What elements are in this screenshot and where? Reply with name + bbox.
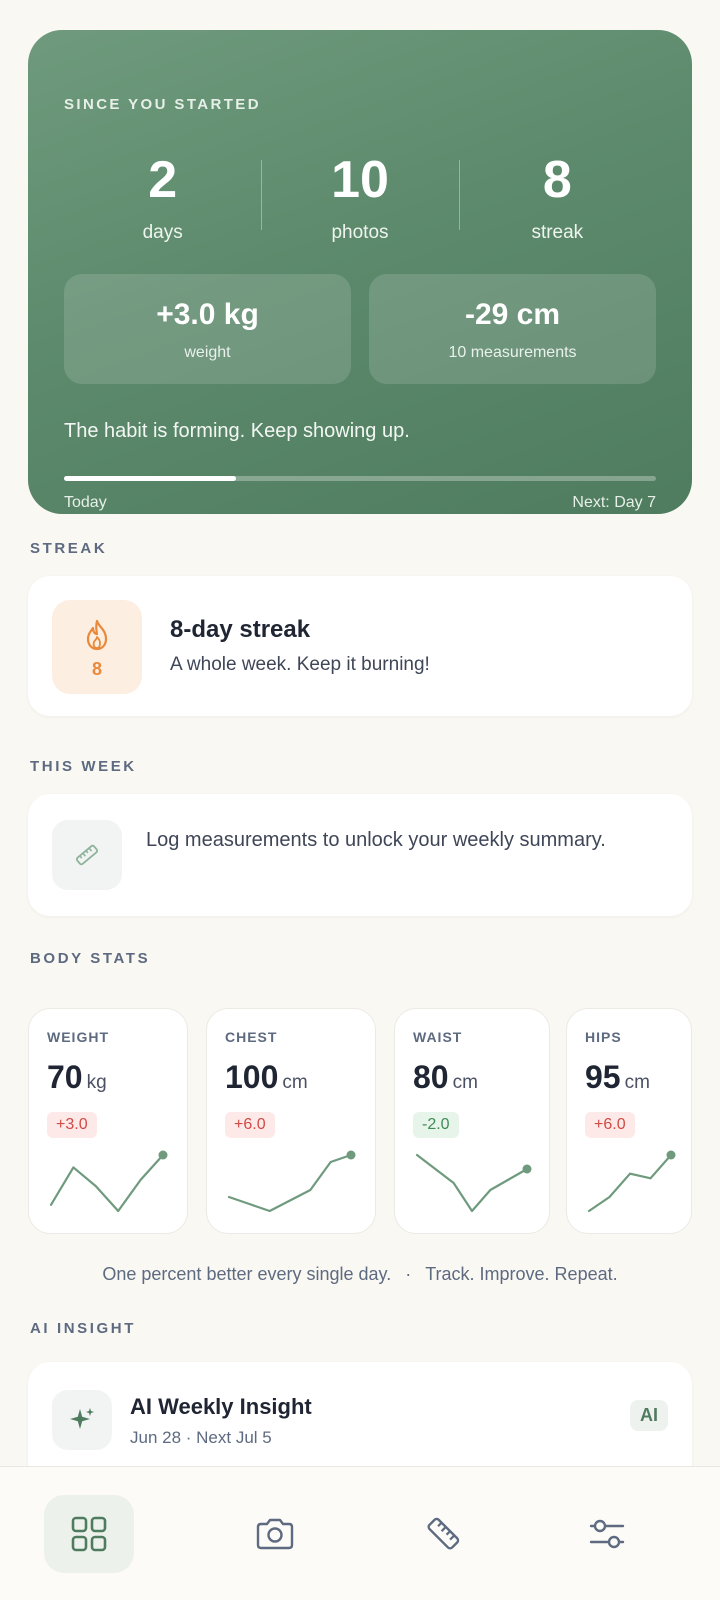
stat-days-label: days — [142, 222, 183, 243]
progress-next-label: Next: Day 7 — [572, 494, 656, 511]
weight-change-box: +3.0 kg weight — [64, 274, 351, 384]
stat-name: WAIST — [413, 1029, 463, 1045]
stat-days-value: 2 — [148, 151, 178, 209]
stat-card-hips[interactable]: HIPS 95 cm +6.0 — [566, 1008, 692, 1234]
measurement-change-box: -29 cm 10 measurements — [369, 274, 656, 384]
stat-value-group: 70 kg — [47, 1059, 107, 1096]
weekly-summary-card[interactable]: Log measurements to unlock your weekly s… — [28, 794, 692, 916]
stat-streak-label: streak — [531, 222, 584, 243]
stat-streak-value: 8 — [542, 151, 572, 209]
streak-badge: 8 — [52, 600, 142, 694]
body-stats-section-label: BODY STATS — [30, 950, 151, 967]
progress-start-label: Today — [64, 494, 107, 511]
quote-left: One percent better every single day. — [102, 1264, 392, 1284]
streak-subtitle: A whole week. Keep it burning! — [170, 654, 430, 675]
stat-card-weight[interactable]: WEIGHT 70 kg +3.0 — [28, 1008, 188, 1234]
quote-right: Track. Improve. Repeat. — [425, 1264, 618, 1284]
nav-camera[interactable] — [230, 1495, 320, 1573]
habit-message: The habit is forming. Keep showing up. — [64, 420, 410, 442]
stat-card-waist[interactable]: WAIST 80 cm -2.0 — [394, 1008, 550, 1234]
measurement-change-label: 10 measurements — [448, 344, 577, 361]
sparkline-chart — [49, 1150, 168, 1213]
streak-title: 8-day streak — [170, 616, 311, 643]
stat-name: WEIGHT — [47, 1029, 109, 1045]
progress-labels: Today Next: Day 7 — [64, 494, 656, 512]
weight-change-value: +3.0 kg — [156, 298, 259, 331]
progress-summary-card[interactable]: SINCE YOU STARTED 2 days 10 photos 8 str… — [28, 30, 692, 514]
sparkline-line — [227, 1153, 353, 1213]
flame-icon — [86, 619, 108, 651]
sparkline-line — [49, 1153, 165, 1213]
summary-boxes: +3.0 kg weight -29 cm 10 measurements — [64, 274, 656, 384]
stat-value-group: 80 cm — [413, 1059, 478, 1096]
stat-unit: cm — [452, 1072, 478, 1093]
ai-section-label: AI INSIGHT — [30, 1320, 137, 1337]
weight-change-label: weight — [184, 344, 231, 361]
sliders-icon — [589, 1519, 625, 1549]
stat-name: CHEST — [225, 1029, 278, 1045]
camera-icon — [256, 1518, 294, 1550]
stat-delta: -2.0 — [413, 1112, 459, 1138]
stat-photos-label: photos — [331, 222, 389, 243]
ai-icon-box — [52, 1390, 112, 1450]
stat-photos-value: 10 — [331, 151, 389, 209]
stat-name: HIPS — [585, 1029, 622, 1045]
ai-insight-title: AI Weekly Insight — [130, 1394, 312, 1419]
ai-insight-dates: Jun 28 · Next Jul 5 — [130, 1428, 272, 1447]
streak-count: 8 — [91, 659, 102, 679]
week-icon-box — [52, 820, 122, 890]
sparkline-line — [415, 1153, 529, 1213]
bottom-nav — [0, 1466, 720, 1600]
app-screen: SINCE YOU STARTED 2 days 10 photos 8 str… — [0, 0, 720, 1600]
week-section-label: THIS WEEK — [30, 758, 137, 775]
stat-days: 2 days — [64, 152, 261, 252]
summary-stats: 2 days 10 photos 8 streak — [64, 152, 656, 252]
weekly-summary-text: Log measurements to unlock your weekly s… — [146, 829, 606, 851]
stat-value-group: 100 cm — [225, 1059, 308, 1096]
sparkline-end-dot — [158, 1150, 168, 1160]
sparkline-chart — [587, 1150, 676, 1213]
motivational-quote: One percent better every single day. · Tra… — [0, 1264, 720, 1285]
quote-separator: · — [405, 1264, 412, 1284]
sparkline-chart — [227, 1150, 356, 1213]
stat-value: 80 — [413, 1059, 449, 1095]
stat-unit: cm — [624, 1072, 650, 1093]
nav-dashboard[interactable] — [44, 1495, 134, 1573]
stat-value: 70 — [47, 1059, 83, 1095]
stat-unit: kg — [86, 1072, 107, 1093]
nav-measurements[interactable] — [398, 1495, 488, 1573]
stat-value: 100 — [225, 1059, 279, 1095]
ruler-icon — [75, 844, 99, 866]
stat-value-group: 95 cm — [585, 1059, 650, 1096]
stat-value: 95 — [585, 1059, 621, 1095]
ai-badge: AI — [630, 1400, 668, 1431]
stat-streak: 8 streak — [458, 151, 656, 252]
stat-card-chest[interactable]: CHEST 100 cm +6.0 — [206, 1008, 376, 1234]
stat-photos: 10 photos — [261, 152, 458, 252]
stat-unit: cm — [282, 1072, 308, 1093]
stat-delta: +3.0 — [47, 1112, 97, 1138]
sparkline-line — [587, 1153, 673, 1213]
streak-section-label: STREAK — [30, 540, 108, 557]
ruler-icon — [427, 1517, 460, 1550]
dashboard-icon — [71, 1516, 107, 1552]
sparkle-icon — [70, 1408, 94, 1429]
sparkline-end-dot — [522, 1164, 532, 1174]
sparkline-end-dot — [666, 1150, 676, 1160]
measurement-change-value: -29 cm — [464, 298, 561, 331]
habit-progress-fill — [64, 476, 236, 481]
habit-progress-bar — [64, 476, 656, 481]
summary-eyebrow: SINCE YOU STARTED — [64, 96, 261, 113]
stat-delta: +6.0 — [225, 1112, 275, 1138]
sparkline-chart — [415, 1153, 532, 1213]
nav-settings[interactable] — [562, 1495, 652, 1573]
stat-delta: +6.0 — [585, 1112, 635, 1138]
streak-card[interactable]: 8 8-day streak A whole week. Keep it bur… — [28, 576, 692, 716]
sparkline-end-dot — [346, 1150, 356, 1160]
